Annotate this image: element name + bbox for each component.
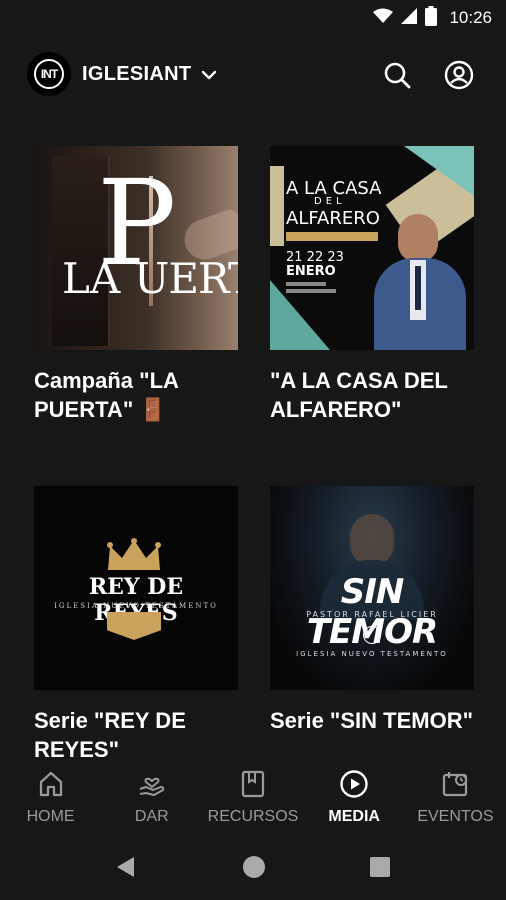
battery-icon [425, 5, 438, 31]
logo-text: INT [34, 59, 64, 89]
wifi-icon [373, 8, 394, 29]
poster-title-la: LA [62, 254, 121, 303]
nav-recursos[interactable]: RECURSOS [202, 760, 303, 834]
status-bar: 10:26 [0, 0, 506, 36]
home-icon [37, 768, 65, 800]
poster-line-2: DEL [314, 196, 346, 207]
nav-dar[interactable]: DAR [101, 760, 202, 834]
resources-icon [239, 768, 267, 800]
poster-title-rest: UERTA [134, 254, 238, 303]
media-thumbnail[interactable]: P LA UERTA [34, 146, 238, 350]
church-mini-logo [363, 626, 381, 644]
home-circle-icon[interactable] [240, 853, 268, 881]
nav-label: HOME [26, 808, 75, 825]
media-title: Campaña "LA PUERTA" 🚪 [34, 368, 179, 422]
search-icon[interactable] [381, 59, 413, 91]
poster-line-3: ALFARERO [286, 208, 380, 229]
media-title: Serie "REY DE REYES" [34, 708, 186, 760]
media-thumbnail[interactable]: A LA CASA DEL ALFARERO 21 22 23 ENERO [270, 146, 474, 350]
media-thumbnail[interactable]: REY DE REYES IGLESIA NUEVO TESTAMENTO [34, 486, 238, 690]
poster-date-month: ENERO [286, 264, 336, 279]
media-icon [339, 768, 369, 800]
nav-label: RECURSOS [207, 808, 299, 825]
media-card[interactable]: SIN TEMOR PASTOR RAFAEL LICIER IGLESIA N… [270, 486, 474, 735]
account-icon[interactable] [443, 59, 475, 91]
media-title: Serie "SIN TEMOR" [270, 708, 474, 733]
speaker-photo [370, 214, 470, 350]
poster-date-days: 21 22 23 [286, 250, 344, 265]
nav-label: EVENTOS [417, 808, 494, 825]
poster-pastor: PASTOR RAFAEL LICIER [306, 610, 438, 619]
poster-church: IGLESIA NUEVO TESTAMENTO [296, 650, 448, 658]
recents-icon[interactable] [366, 853, 394, 881]
nav-media[interactable]: MEDIA [304, 760, 405, 834]
give-icon [137, 768, 167, 800]
bottom-nav: HOME DAR RECURSOS MEDIA EVENTOS [0, 760, 506, 834]
back-icon[interactable] [112, 853, 140, 881]
status-time: 10:26 [449, 8, 492, 27]
church-selector[interactable]: IGLESIANT [82, 63, 217, 86]
events-icon [440, 768, 470, 800]
app-header: INT IGLESIANT [0, 50, 506, 100]
nav-label: MEDIA [328, 808, 380, 825]
chevron-down-icon [201, 63, 217, 86]
system-nav-bar [0, 834, 506, 900]
media-thumbnail[interactable]: SIN TEMOR PASTOR RAFAEL LICIER IGLESIA N… [270, 486, 474, 690]
nav-eventos[interactable]: EVENTOS [405, 760, 506, 834]
media-card[interactable]: P LA UERTA Campaña "LA PUERTA" 🚪 [34, 146, 238, 424]
nav-home[interactable]: HOME [0, 760, 101, 834]
brand-name: IGLESIANT [82, 63, 192, 85]
church-logo[interactable]: INT [27, 52, 71, 96]
crown-icon [106, 538, 162, 579]
media-card[interactable]: REY DE REYES IGLESIA NUEVO TESTAMENTO Se… [34, 486, 238, 760]
media-grid: P LA UERTA Campaña "LA PUERTA" 🚪 A LA CA… [0, 146, 506, 760]
media-card[interactable]: A LA CASA DEL ALFARERO 21 22 23 ENERO "A… [270, 146, 474, 424]
poster-subtitle: IGLESIA NUEVO TESTAMENTO [54, 602, 218, 610]
media-title: "A LA CASA DEL ALFARERO" [270, 368, 448, 422]
signal-icon [401, 7, 418, 29]
nav-label: DAR [134, 808, 169, 825]
